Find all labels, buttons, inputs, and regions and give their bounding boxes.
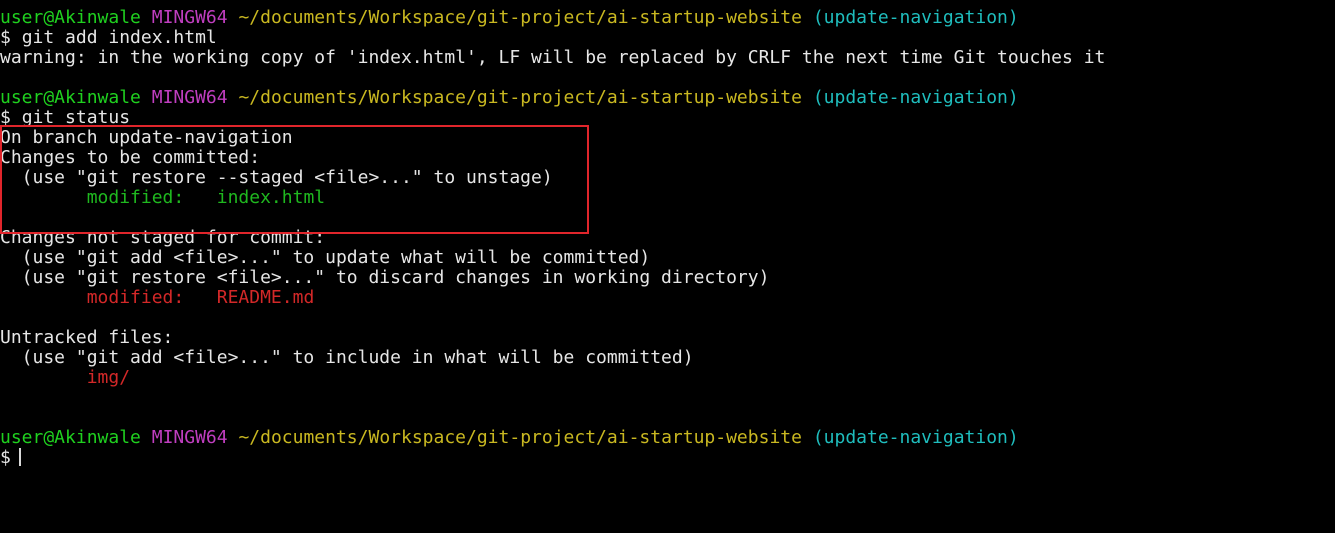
unstaged-header: Changes not staged for commit: <box>0 227 326 248</box>
prompt-user: user@Akinwale <box>0 427 141 448</box>
staged-header: Changes to be committed: <box>0 147 261 168</box>
unstaged-status-label: modified: <box>0 287 217 308</box>
untracked-file-row: img/ <box>0 368 1335 388</box>
prompt-host: MINGW64 <box>151 87 228 108</box>
prompt-path: ~/documents/Workspace/git-project/ai-sta… <box>238 7 802 28</box>
unstaged-file-row: modified: README.md <box>0 288 1335 308</box>
command-line: $ git status <box>0 108 1335 128</box>
unstaged-hint-add: (use "git add <file>..." to update what … <box>0 247 651 268</box>
prompt-branch: (update-navigation) <box>812 427 1019 448</box>
on-branch-output: On branch update-navigation <box>0 127 293 148</box>
command-text: git status <box>21 107 131 128</box>
prompt-path: ~/documents/Workspace/git-project/ai-sta… <box>238 427 802 448</box>
command-line: $ git add index.html <box>0 28 1335 48</box>
untracked-indent <box>0 367 87 388</box>
prompt-line: user@Akinwale MINGW64 ~/documents/Worksp… <box>0 8 1335 28</box>
command-text: git add index.html <box>21 27 217 48</box>
text-cursor[interactable] <box>18 448 21 466</box>
untracked-header: Untracked files: <box>0 327 174 348</box>
staged-status-label: modified: <box>0 187 217 208</box>
warning-output: warning: in the working copy of 'index.h… <box>0 47 1106 68</box>
untracked-hint: (use "git add <file>..." to include in w… <box>0 347 694 368</box>
prompt-line: user@Akinwale MINGW64 ~/documents/Worksp… <box>0 88 1335 108</box>
unstaged-file-name: README.md <box>216 287 315 308</box>
unstaged-hint-restore: (use "git restore <file>..." to discard … <box>0 267 770 288</box>
staged-file-row: modified: index.html <box>0 188 1335 208</box>
staged-hint: (use "git restore --staged <file>..." to… <box>0 167 553 188</box>
terminal-window[interactable]: user@Akinwale MINGW64 ~/documents/Worksp… <box>0 0 1335 533</box>
prompt-symbol: $ <box>0 107 11 128</box>
staged-file-name: index.html <box>216 187 326 208</box>
prompt-branch: (update-navigation) <box>812 87 1019 108</box>
active-input-line[interactable]: $ <box>0 448 1335 468</box>
prompt-user: user@Akinwale <box>0 87 141 108</box>
prompt-branch: (update-navigation) <box>812 7 1019 28</box>
prompt-host: MINGW64 <box>151 7 228 28</box>
prompt-user: user@Akinwale <box>0 7 141 28</box>
prompt-symbol: $ <box>0 27 11 48</box>
prompt-host: MINGW64 <box>151 427 228 448</box>
prompt-path: ~/documents/Workspace/git-project/ai-sta… <box>238 87 802 108</box>
prompt-symbol: $ <box>0 447 11 468</box>
untracked-file-name: img/ <box>86 367 131 388</box>
prompt-line: user@Akinwale MINGW64 ~/documents/Worksp… <box>0 428 1335 448</box>
